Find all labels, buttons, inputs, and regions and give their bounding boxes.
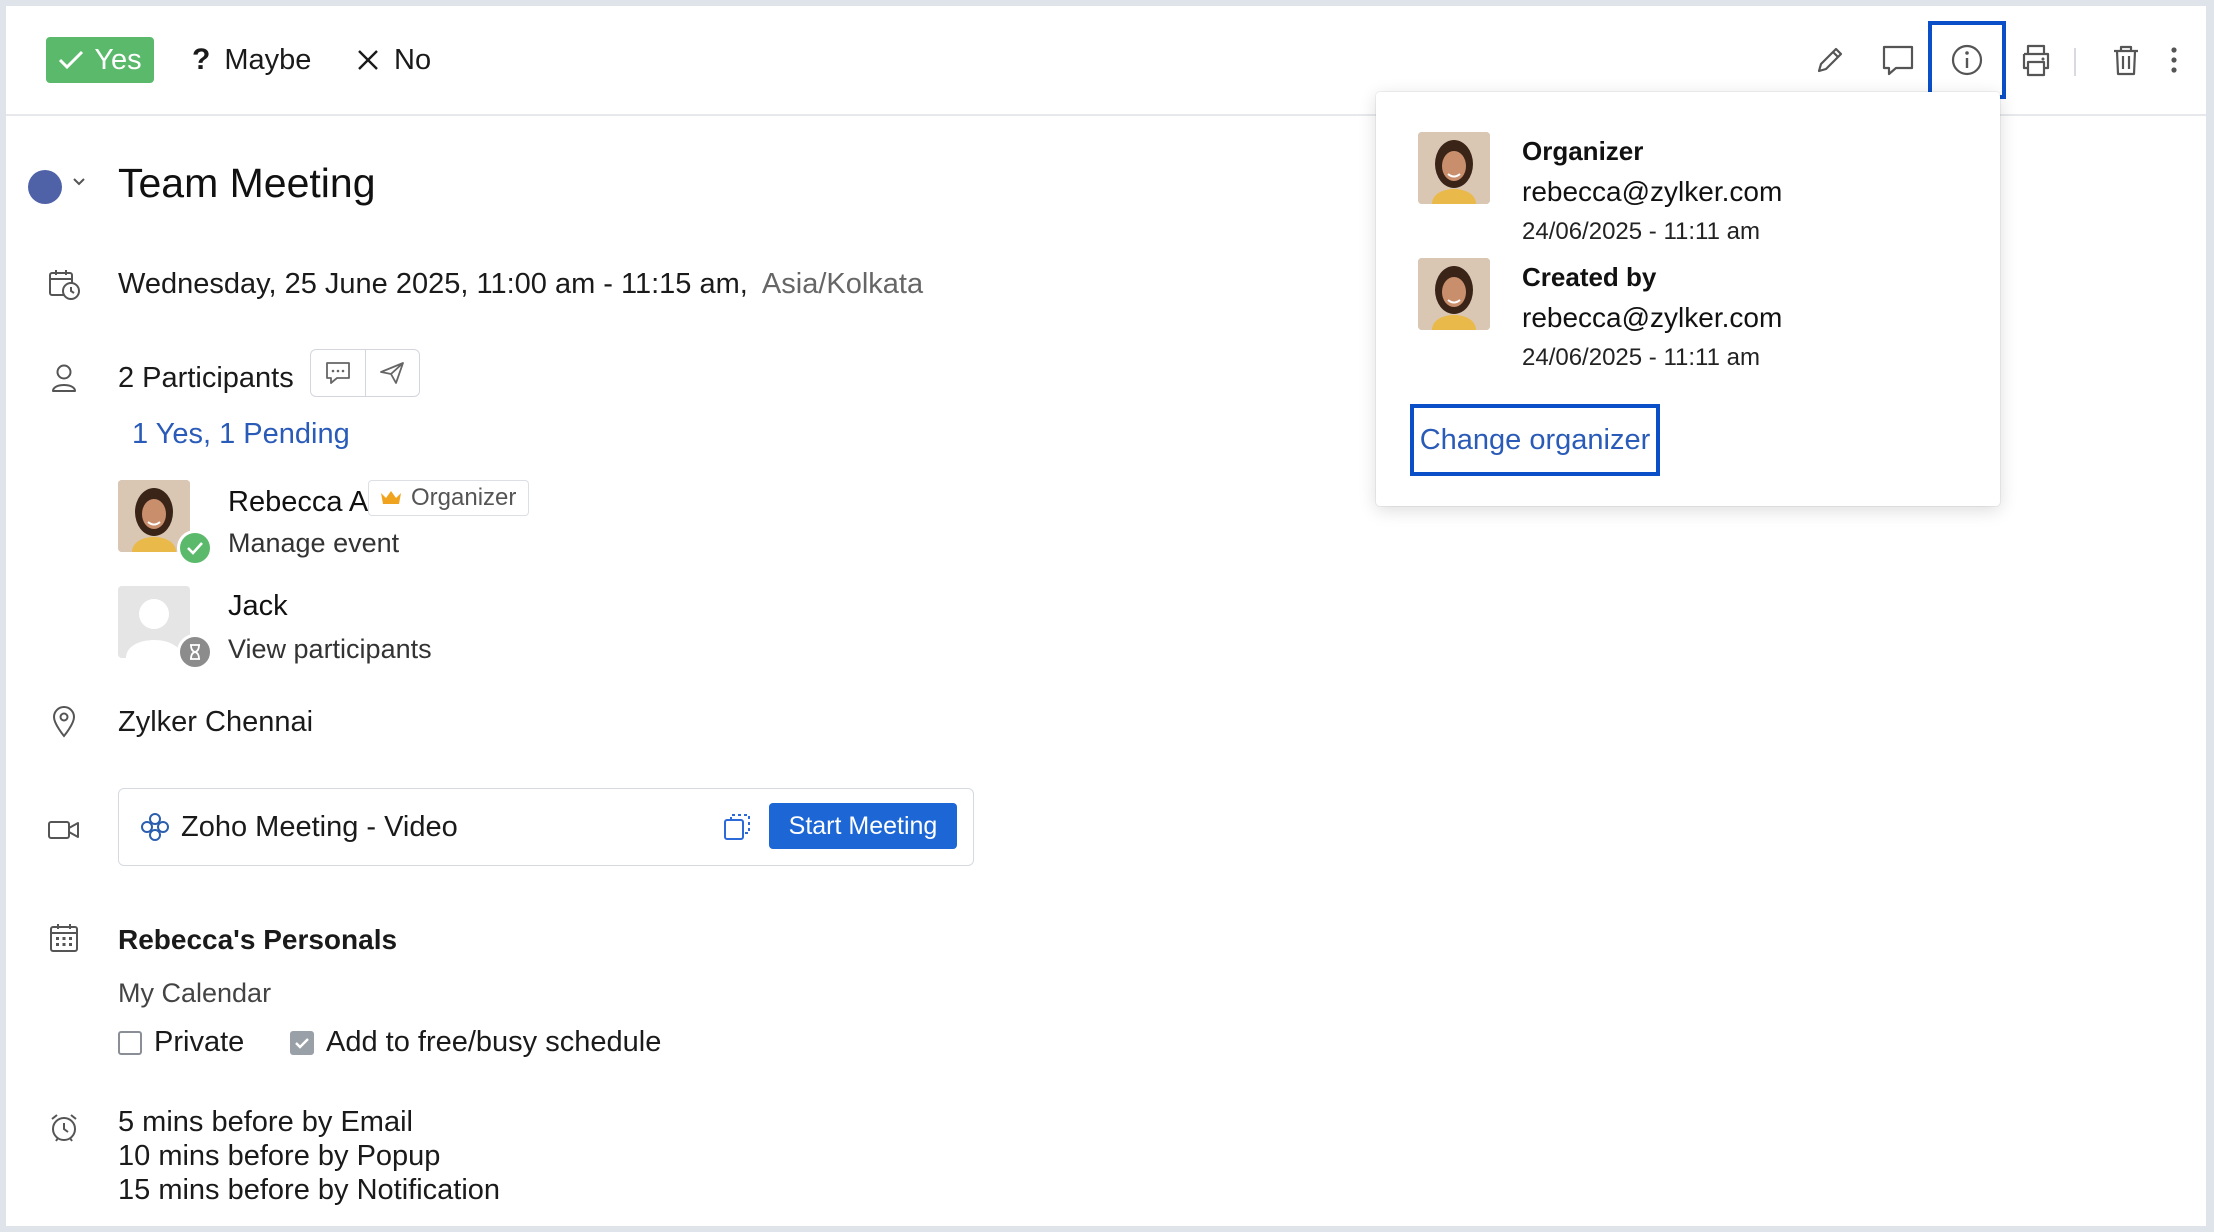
- edit-button[interactable]: [1804, 34, 1856, 86]
- toolbar-divider: [2074, 48, 2076, 76]
- accepted-status-icon: [177, 530, 213, 566]
- more-button[interactable]: [2156, 34, 2192, 86]
- avatar: [1418, 132, 1490, 204]
- organizer-badge: Organizer: [368, 480, 530, 516]
- freebusy-checkbox-row[interactable]: Add to free/busy schedule: [290, 1026, 661, 1059]
- copy-icon: [724, 814, 750, 840]
- comment-button[interactable]: [1872, 34, 1924, 86]
- event-color-picker[interactable]: [28, 170, 62, 204]
- print-icon: [2022, 44, 2050, 77]
- rsvp-yes-label: Yes: [94, 43, 142, 76]
- event-title: Team Meeting: [118, 160, 376, 206]
- event-date: Wednesday, 25 June 2025,: [118, 268, 469, 300]
- edit-icon: [1817, 47, 1843, 73]
- private-checkbox[interactable]: [118, 1030, 142, 1055]
- organizer-badge-label: Organizer: [411, 484, 517, 511]
- created-timestamp: 24/06/2025 - 11:11 am: [1522, 344, 1760, 371]
- crown-icon: [381, 491, 401, 504]
- organizer-email: rebecca@zylker.com: [1522, 176, 1783, 207]
- start-meeting-button[interactable]: Start Meeting: [769, 803, 957, 849]
- reminder-item: 5 mins before by Email: [118, 1106, 413, 1138]
- calendar-name: My Calendar: [118, 978, 272, 1008]
- private-label: Private: [154, 1026, 245, 1058]
- change-organizer-button[interactable]: Change organizer: [1410, 404, 1660, 476]
- reminder-item: 15 mins before by Notification: [118, 1174, 501, 1206]
- meeting-panel: Zoho Meeting - Video Start Meeting: [118, 788, 974, 866]
- pending-status-icon: [177, 634, 213, 670]
- info-button[interactable]: [1928, 21, 2006, 99]
- print-button[interactable]: [2010, 34, 2062, 86]
- info-icon: [1951, 44, 1983, 76]
- rsvp-maybe-button[interactable]: ? Maybe: [192, 37, 311, 83]
- participants-count: 2 Participants: [118, 362, 294, 394]
- participant-name: Rebecca A: [228, 486, 369, 518]
- meeting-label: Zoho Meeting - Video: [181, 810, 458, 843]
- reminder-item: 10 mins before by Popup: [118, 1140, 441, 1172]
- chat-participants-button[interactable]: [311, 350, 365, 396]
- calendar-clock-icon: [44, 264, 84, 304]
- send-icon: [380, 362, 405, 384]
- avatar: [1418, 258, 1490, 330]
- manage-event-link[interactable]: Manage event: [228, 528, 399, 559]
- person-icon: [44, 358, 84, 398]
- calendar-icon: [44, 918, 84, 958]
- question-icon: ?: [192, 43, 211, 76]
- delete-icon: [2114, 45, 2138, 76]
- close-icon: [358, 50, 378, 70]
- delete-button[interactable]: [2100, 34, 2152, 86]
- freebusy-label: Add to free/busy schedule: [326, 1026, 662, 1058]
- rsvp-no-button[interactable]: No: [356, 37, 431, 83]
- organizer-label: Organizer: [1522, 136, 1644, 166]
- rsvp-no-label: No: [394, 43, 432, 76]
- check-icon: [59, 50, 84, 70]
- chat-icon: [325, 362, 350, 384]
- zoho-meeting-icon: [141, 813, 169, 841]
- video-camera-icon: [44, 810, 84, 850]
- created-by-email: rebecca@zylker.com: [1522, 302, 1783, 333]
- meeting-link[interactable]: Zoho Meeting - Video: [139, 789, 458, 865]
- alarm-clock-icon: [44, 1108, 84, 1148]
- event-datetime: Wednesday, 25 June 2025, 11:00 am - 11:1…: [118, 268, 923, 301]
- location-pin-icon: [44, 702, 84, 742]
- organizer-timestamp: 24/06/2025 - 11:11 am: [1522, 218, 1760, 245]
- event-location: Zylker Chennai: [118, 706, 314, 738]
- event-timezone: Asia/Kolkata: [761, 268, 924, 300]
- rsvp-summary-link[interactable]: 1 Yes, 1 Pending: [132, 418, 350, 451]
- chevron-down-icon[interactable]: [72, 177, 86, 187]
- rsvp-yes-button[interactable]: Yes: [46, 37, 154, 83]
- calendar-owner: Rebecca's Personals: [118, 924, 398, 955]
- send-to-participants-button[interactable]: [364, 350, 420, 396]
- comment-icon: [1882, 45, 1914, 76]
- event-info-popover: Organizer rebecca@zylker.com 24/06/2025 …: [1376, 92, 2000, 506]
- created-by-label: Created by: [1522, 262, 1657, 292]
- freebusy-checkbox[interactable]: [290, 1030, 314, 1055]
- participant-name: Jack: [228, 590, 288, 622]
- copy-link-button[interactable]: [721, 811, 753, 848]
- private-checkbox-row[interactable]: Private: [118, 1026, 244, 1059]
- event-detail-window: Yes ? Maybe No Team Meeting Wednesday, 2…: [6, 6, 2206, 1226]
- rsvp-maybe-label: Maybe: [224, 43, 312, 76]
- view-participants-link[interactable]: View participants: [228, 634, 432, 665]
- participant-actions: [310, 349, 420, 397]
- more-icon: [2171, 47, 2177, 73]
- event-time: 11:00 am - 11:15 am,: [476, 268, 748, 300]
